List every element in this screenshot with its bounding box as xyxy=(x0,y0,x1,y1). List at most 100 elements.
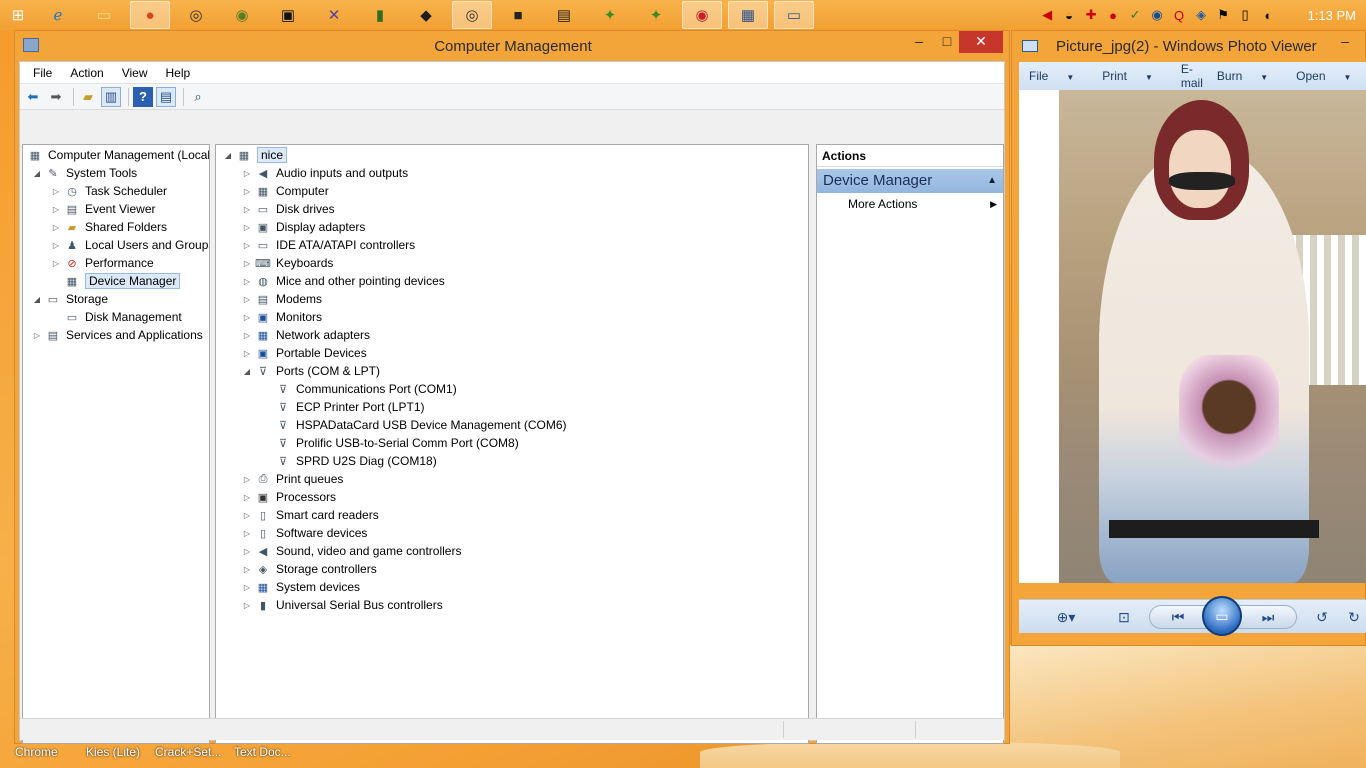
port-item[interactable]: ⊽ HSPADataCard USB Device Management (CO… xyxy=(273,416,567,434)
expand-icon[interactable]: ▷ xyxy=(241,295,253,304)
app-icon-8[interactable]: ■ xyxy=(498,1,538,29)
device-category[interactable]: ▷ ▯ Smart card readers xyxy=(241,506,379,524)
firefox-icon[interactable]: ● xyxy=(130,1,170,29)
device-category[interactable]: ▷ ▭ Disk drives xyxy=(241,200,335,218)
menu-help[interactable]: Help xyxy=(157,66,200,80)
tree-item-task-scheduler[interactable]: ▷ ◷ Task Scheduler xyxy=(50,182,167,200)
expand-icon[interactable]: ▷ xyxy=(31,331,43,340)
internet-explorer-icon[interactable]: ℯ xyxy=(38,1,78,29)
device-category-ports[interactable]: ◢ ⊽ Ports (COM & LPT) xyxy=(241,362,380,380)
start-icon[interactable]: ⊞ xyxy=(4,1,32,29)
app-icon-2[interactable]: ◉ xyxy=(222,1,262,29)
cm-titlebar[interactable]: Computer Management – □ ✕ xyxy=(15,31,1009,61)
show-hide-tree-icon[interactable]: ▥ xyxy=(101,86,121,107)
tree-item-root[interactable]: ▦ Computer Management (Local xyxy=(25,146,209,164)
tree-item-shared-folders[interactable]: ▷ ▰ Shared Folders xyxy=(50,218,167,236)
tree-item-system-tools[interactable]: ◢ ✎ System Tools xyxy=(31,164,137,182)
app-icon-9[interactable]: ▤ xyxy=(544,1,584,29)
pv-titlebar[interactable]: Picture_jpg(2) - Windows Photo Viewer – xyxy=(1012,31,1365,61)
desktop-icon-label[interactable]: Chrome xyxy=(15,745,58,759)
desktop-icon-label[interactable]: Kies (Lite) xyxy=(86,745,140,759)
pv-minimize-button[interactable]: – xyxy=(1338,31,1352,53)
collapse-icon[interactable]: ◢ xyxy=(31,295,43,304)
device-category[interactable]: ▷ ▦ System devices xyxy=(241,578,360,596)
tree-item-storage[interactable]: ◢ ▭ Storage xyxy=(31,290,108,308)
pv-menu-print[interactable]: Print ▼ xyxy=(1102,69,1167,83)
expand-icon[interactable]: ▷ xyxy=(241,475,253,484)
app-icon-4[interactable]: ✕ xyxy=(314,1,354,29)
volume-icon[interactable]: ◖ xyxy=(1258,8,1277,23)
port-item[interactable]: ⊽ ECP Printer Port (LPT1) xyxy=(273,398,425,416)
tree-item-performance[interactable]: ▷ ⊘ Performance xyxy=(50,254,154,272)
device-category[interactable]: ▷ ⎙ Print queues xyxy=(241,470,343,488)
computer-management-taskbar-icon[interactable]: ▦ xyxy=(728,1,768,29)
forward-arrow-icon[interactable]: ➡ xyxy=(46,87,66,107)
expand-icon[interactable]: ▷ xyxy=(241,583,253,592)
pv-menu-file[interactable]: File ▼ xyxy=(1029,69,1088,83)
actual-size-icon[interactable]: ⊡ xyxy=(1111,606,1137,628)
tray-icon-6[interactable]: ◉ xyxy=(1148,7,1167,23)
expand-icon[interactable]: ▷ xyxy=(241,493,253,502)
expand-icon[interactable]: ▷ xyxy=(241,565,253,574)
device-category[interactable]: ▷ ▦ Network adapters xyxy=(241,326,370,344)
close-button[interactable]: ✕ xyxy=(959,31,1003,53)
flag-icon[interactable]: ⚑ xyxy=(1214,7,1233,23)
device-category[interactable]: ▷ ◀ Sound, video and game controllers xyxy=(241,542,462,560)
help-icon[interactable]: ? xyxy=(133,86,153,107)
tree-item-event-viewer[interactable]: ▷ ▤ Event Viewer xyxy=(50,200,156,218)
device-category[interactable]: ▷ ◈ Storage controllers xyxy=(241,560,377,578)
device-category[interactable]: ▷ ▣ Processors xyxy=(241,488,336,506)
app-icon-1[interactable]: ◎ xyxy=(176,1,216,29)
port-item[interactable]: ⊽ Prolific USB-to-Serial Comm Port (COM8… xyxy=(273,434,519,452)
port-item[interactable]: ⊽ SPRD U2S Diag (COM18) xyxy=(273,452,437,470)
app-icon-5[interactable]: ▮ xyxy=(360,1,400,29)
menu-action[interactable]: Action xyxy=(61,66,112,80)
expand-icon[interactable]: ▷ xyxy=(241,601,253,610)
expand-icon[interactable]: ▷ xyxy=(50,223,62,232)
collapse-icon[interactable]: ◢ xyxy=(222,151,234,160)
next-icon[interactable]: ⏭ xyxy=(1255,606,1281,628)
expand-icon[interactable]: ▷ xyxy=(241,223,253,232)
expand-icon[interactable]: ▷ xyxy=(241,349,253,358)
tree-item-services[interactable]: ▷ ▤ Services and Applications xyxy=(31,326,203,344)
tray-icon-3[interactable]: ✚ xyxy=(1082,7,1101,23)
app-icon-7[interactable]: ◎ xyxy=(452,1,492,29)
device-root[interactable]: ◢ ▦ nice xyxy=(222,146,288,164)
rotate-right-icon[interactable]: ↻ xyxy=(1343,606,1365,628)
pv-menu-email[interactable]: E-mail xyxy=(1181,62,1203,90)
scan-hardware-icon[interactable]: ⌕ xyxy=(188,87,208,107)
clock[interactable]: 1:13 PM xyxy=(1308,8,1356,23)
slideshow-play-icon[interactable]: ▭ xyxy=(1202,596,1242,636)
app-icon-11[interactable]: ✦ xyxy=(636,1,676,29)
pv-menu-burn[interactable]: Burn ▼ xyxy=(1217,69,1282,83)
menu-file[interactable]: File xyxy=(24,66,61,80)
expand-icon[interactable]: ▷ xyxy=(241,169,253,178)
expand-icon[interactable]: ▷ xyxy=(50,241,62,250)
pv-menu-open[interactable]: Open ▼ xyxy=(1296,69,1365,83)
show-action-pane-icon[interactable]: ▤ xyxy=(156,86,176,107)
device-category[interactable]: ▷ ▣ Monitors xyxy=(241,308,322,326)
desktop-icon-label[interactable]: Crack+Set... xyxy=(155,745,221,759)
device-category[interactable]: ▷ ▮ Universal Serial Bus controllers xyxy=(241,596,443,614)
expand-icon[interactable]: ▷ xyxy=(50,259,62,268)
expand-icon[interactable]: ▷ xyxy=(50,187,62,196)
app-icon-3[interactable]: ▣ xyxy=(268,1,308,29)
expand-icon[interactable]: ▷ xyxy=(241,331,253,340)
device-category[interactable]: ▷ ▯ Software devices xyxy=(241,524,367,542)
collapse-icon[interactable]: ◢ xyxy=(31,169,43,178)
device-category[interactable]: ▷ ⌨ Keyboards xyxy=(241,254,333,272)
app-icon-10[interactable]: ✦ xyxy=(590,1,630,29)
more-actions-item[interactable]: More Actions ▶ xyxy=(817,193,1003,215)
expand-icon[interactable]: ▷ xyxy=(241,511,253,520)
desktop-icon-label[interactable]: Text Doc... xyxy=(234,745,291,759)
tree-item-device-manager[interactable]: ▦ Device Manager xyxy=(62,272,181,290)
expand-icon[interactable]: ▷ xyxy=(241,277,253,286)
collapse-up-icon[interactable]: ▲ xyxy=(987,169,997,193)
up-folder-icon[interactable]: ▰ xyxy=(78,87,98,107)
menu-view[interactable]: View xyxy=(113,66,157,80)
tray-icon-4[interactable]: ● xyxy=(1104,8,1123,23)
device-category[interactable]: ▷ ▣ Portable Devices xyxy=(241,344,367,362)
app-icon-12[interactable]: ◉ xyxy=(682,1,722,29)
expand-icon[interactable]: ▷ xyxy=(241,241,253,250)
tray-icon-5[interactable]: ✓ xyxy=(1126,7,1145,23)
